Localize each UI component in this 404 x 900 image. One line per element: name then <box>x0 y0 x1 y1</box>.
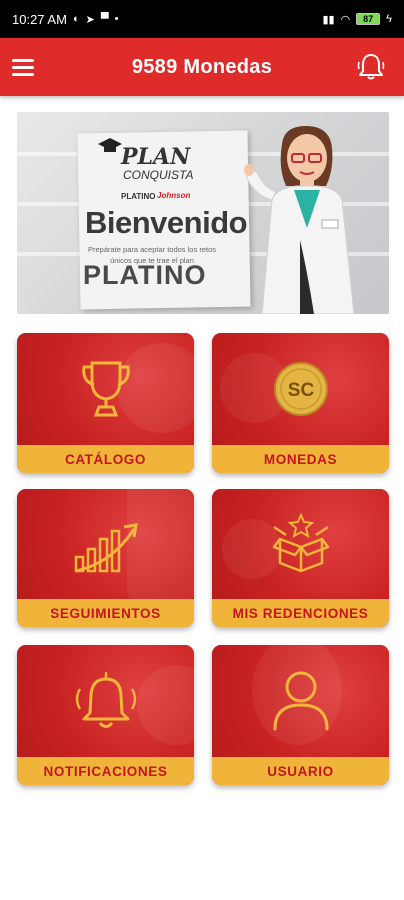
app-bar: 9589 Monedas <box>0 38 404 96</box>
catalog-card[interactable]: CATÁLOGO <box>17 333 194 473</box>
menu-button[interactable] <box>12 54 38 80</box>
banner-brand-logo: Johnson <box>157 191 191 200</box>
coins-label: MONEDAS <box>212 445 389 473</box>
coin-icon: SC <box>273 362 328 416</box>
catalog-label: CATÁLOGO <box>17 445 194 473</box>
menu-icon-bar <box>12 72 34 76</box>
gift-box-icon <box>272 513 329 573</box>
welcome-banner[interactable]: PLAN CONQUISTA PLATINO Johnson Bienvenid… <box>17 112 389 314</box>
card-decoration <box>137 665 194 745</box>
coins-card[interactable]: SC MONEDAS <box>212 333 389 473</box>
trophy-icon <box>81 361 130 417</box>
coins-balance-title: 9589 Monedas <box>131 55 273 78</box>
redemptions-label: MIS REDENCIONES <box>212 599 389 627</box>
message-icon: ▀ <box>100 13 109 25</box>
send-icon: ➤ <box>85 13 95 26</box>
notifications-label: NOTIFICACIONES <box>17 757 194 785</box>
status-time: 10:27 AM <box>12 11 67 27</box>
notifications-card[interactable]: NOTIFICACIONES <box>17 645 194 785</box>
banner-welcome-title: Bienvenido <box>85 205 248 240</box>
redemptions-card[interactable]: MIS REDENCIONES <box>212 489 389 627</box>
bell-icon <box>357 54 385 80</box>
signal-icon: ▮▮ <box>322 13 335 26</box>
tracking-label: SEGUIMIENTOS <box>17 599 194 627</box>
menu-icon-bar <box>12 58 34 62</box>
banner-conquista-text: CONQUISTA <box>123 168 194 182</box>
banner-platino-logo: PLATINO <box>83 260 207 290</box>
graduation-cap-icon <box>98 138 122 152</box>
pharmacist-illustration <box>244 126 355 314</box>
tracking-card[interactable]: SEGUIMIENTOS <box>17 489 194 627</box>
banner-platino-small: PLATINO <box>121 192 156 201</box>
charging-icon: ϟ <box>386 13 392 25</box>
notifications-button[interactable] <box>354 50 388 84</box>
battery-icon: 87 <box>356 13 381 25</box>
wifi-icon: ◠ <box>340 13 351 26</box>
bell-icon <box>75 671 136 728</box>
banner-plan-text: PLAN <box>121 144 191 170</box>
dot-icon: • <box>114 13 119 25</box>
app-notification-icon: ◐ <box>72 13 80 25</box>
user-card[interactable]: USUARIO <box>212 645 389 785</box>
user-icon <box>273 671 328 731</box>
svg-text:SC: SC <box>287 380 314 401</box>
user-label: USUARIO <box>212 757 389 785</box>
growth-chart-icon <box>74 523 138 573</box>
status-bar: 10:27 AM ◐ ➤ ▀ • ▮▮ ◠ 87 ϟ <box>0 0 404 38</box>
menu-icon-bar <box>12 65 34 69</box>
